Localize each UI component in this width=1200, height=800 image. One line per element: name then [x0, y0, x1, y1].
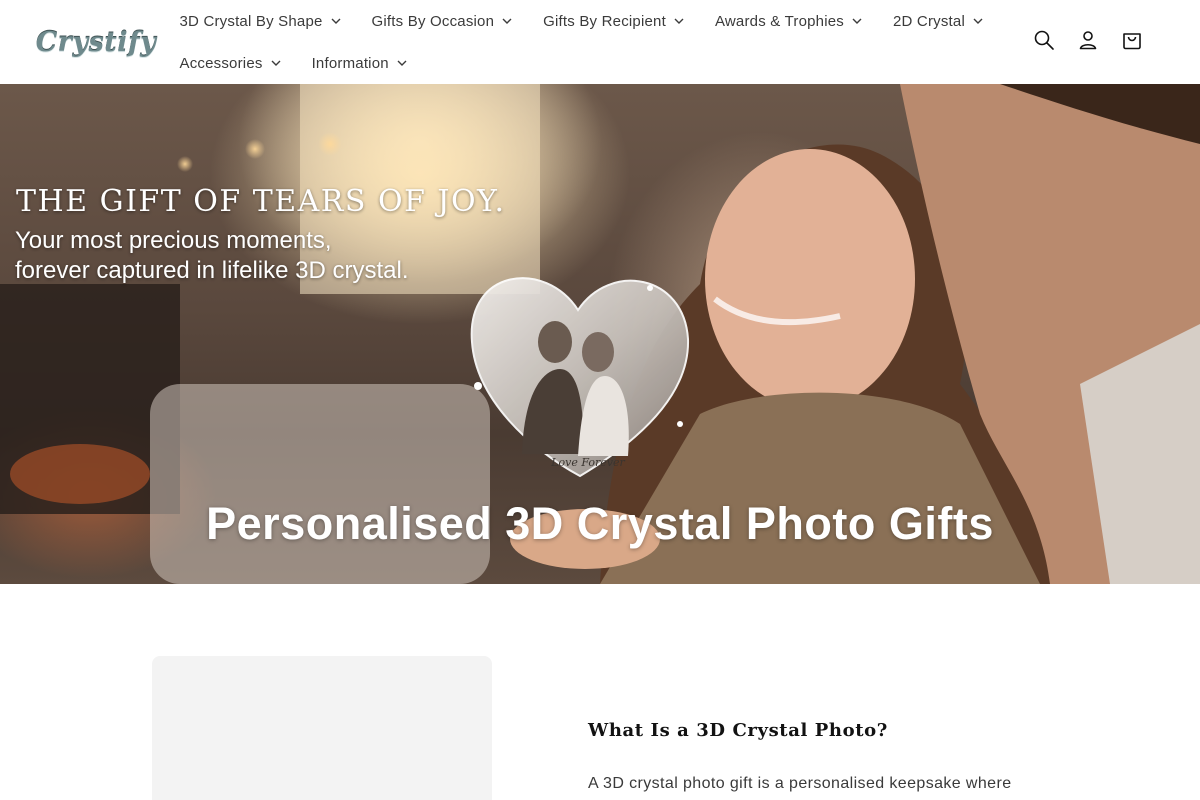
- nav-item-gifts-by-recipient[interactable]: Gifts By Recipient: [528, 0, 700, 42]
- main-navigation: 3D Crystal By Shape Gifts By Occasion Gi…: [164, 0, 984, 84]
- nav-item-label: 3D Crystal By Shape: [179, 12, 323, 30]
- nav-row-secondary: Accessories Information: [164, 42, 422, 84]
- intro-image-placeholder: [152, 656, 492, 800]
- logo-text: Crystify: [35, 26, 157, 58]
- hero-subheadline: Your most precious moments, forever capt…: [15, 226, 515, 286]
- chevron-down-icon: [852, 16, 862, 26]
- nav-item-label: 2D Crystal: [892, 12, 965, 30]
- chevron-down-icon: [674, 16, 684, 26]
- nav-item-awards-trophies[interactable]: Awards & Trophies: [699, 0, 877, 42]
- chevron-down-icon: [331, 16, 341, 26]
- intro-text: A 3D crystal photo gift is a personalise…: [588, 775, 1012, 792]
- crystal-engraving: Love Forever: [550, 456, 625, 469]
- site-logo[interactable]: Crystify: [36, 12, 156, 72]
- chevron-down-icon: [502, 16, 512, 26]
- hero-subline: Your most precious moments,: [15, 227, 332, 254]
- chevron-down-icon: [271, 58, 281, 68]
- hero-title: Personalised 3D Crystal Photo Gifts: [206, 498, 994, 549]
- nav-row-primary: 3D Crystal By Shape Gifts By Occasion Gi…: [164, 0, 999, 42]
- search-button[interactable]: [1022, 20, 1066, 64]
- nav-item-label: Gifts By Recipient: [543, 12, 666, 30]
- cart-icon: [1121, 29, 1143, 56]
- hero-headline: THE GIFT OF TEARS OF JOY.: [16, 184, 506, 219]
- chevron-down-icon: [973, 16, 983, 26]
- chevron-down-icon: [397, 58, 407, 68]
- nav-item-label: Information: [311, 54, 389, 72]
- nav-item-2d-crystal[interactable]: 2D Crystal: [877, 0, 998, 42]
- nav-item-information[interactable]: Information: [296, 42, 422, 84]
- hero-subline: forever captured in lifelike 3D crystal.: [15, 257, 409, 284]
- search-icon: [1033, 29, 1055, 56]
- nav-item-label: Gifts By Occasion: [371, 12, 495, 30]
- account-button[interactable]: [1066, 20, 1110, 64]
- nav-item-accessories[interactable]: Accessories: [164, 42, 296, 84]
- account-icon: [1077, 29, 1099, 56]
- header-icons: [1022, 20, 1154, 64]
- nav-item-gifts-by-occasion[interactable]: Gifts By Occasion: [356, 0, 528, 42]
- nav-item-3d-crystal-by-shape[interactable]: 3D Crystal By Shape: [164, 0, 356, 42]
- cart-button[interactable]: [1110, 20, 1154, 64]
- site-header: Crystify 3D Crystal By Shape Gifts By Oc…: [0, 0, 1200, 84]
- nav-item-label: Accessories: [179, 54, 263, 72]
- intro-heading: What Is a 3D Crystal Photo?: [588, 720, 888, 741]
- nav-item-label: Awards & Trophies: [714, 12, 844, 30]
- hero-banner: Love Forever THE GIFT OF TEARS OF JOY. Y…: [0, 84, 1200, 584]
